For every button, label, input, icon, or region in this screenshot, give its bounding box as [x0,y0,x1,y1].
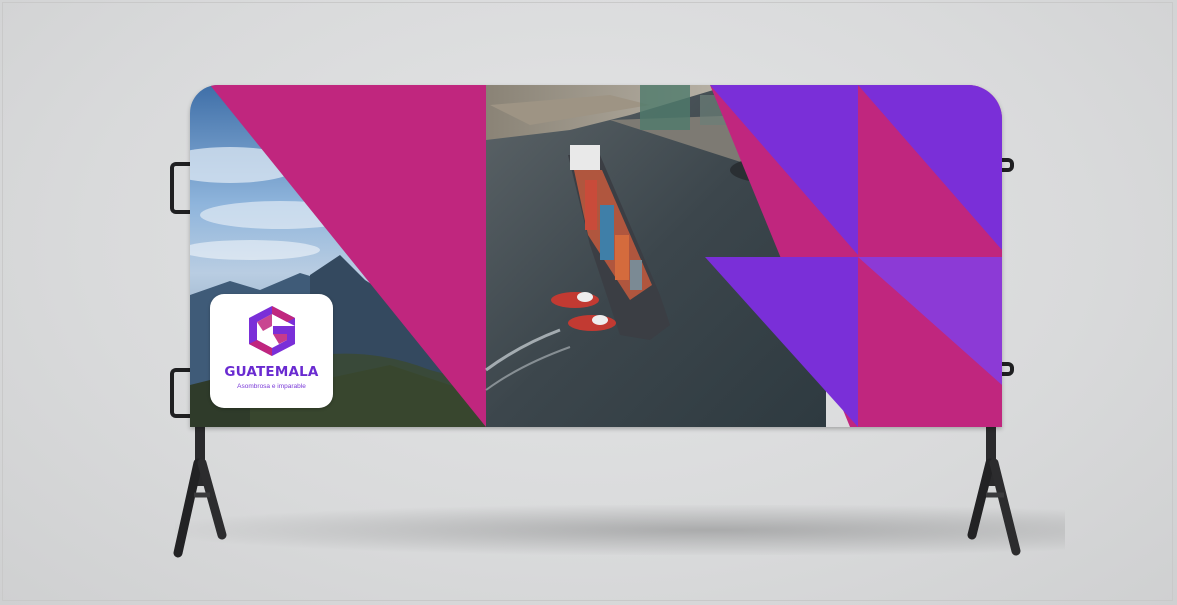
right-lower-hook [1000,362,1014,376]
floor-shadow [175,505,1065,555]
left-lower-hook [170,368,192,418]
logo-tagline: Asombrosa e imparable [237,383,306,390]
backdrop: GUATEMALA Asombrosa e imparable [0,0,1177,605]
guatemala-logo-card: GUATEMALA Asombrosa e imparable [210,294,333,408]
left-upper-hook [170,162,192,214]
right-leg-icon [967,458,1021,556]
logo-wordmark: GUATEMALA [224,364,319,380]
left-leg-icon [173,458,227,558]
right-upper-hook [1000,158,1014,172]
guatemala-g-icon [249,306,295,356]
